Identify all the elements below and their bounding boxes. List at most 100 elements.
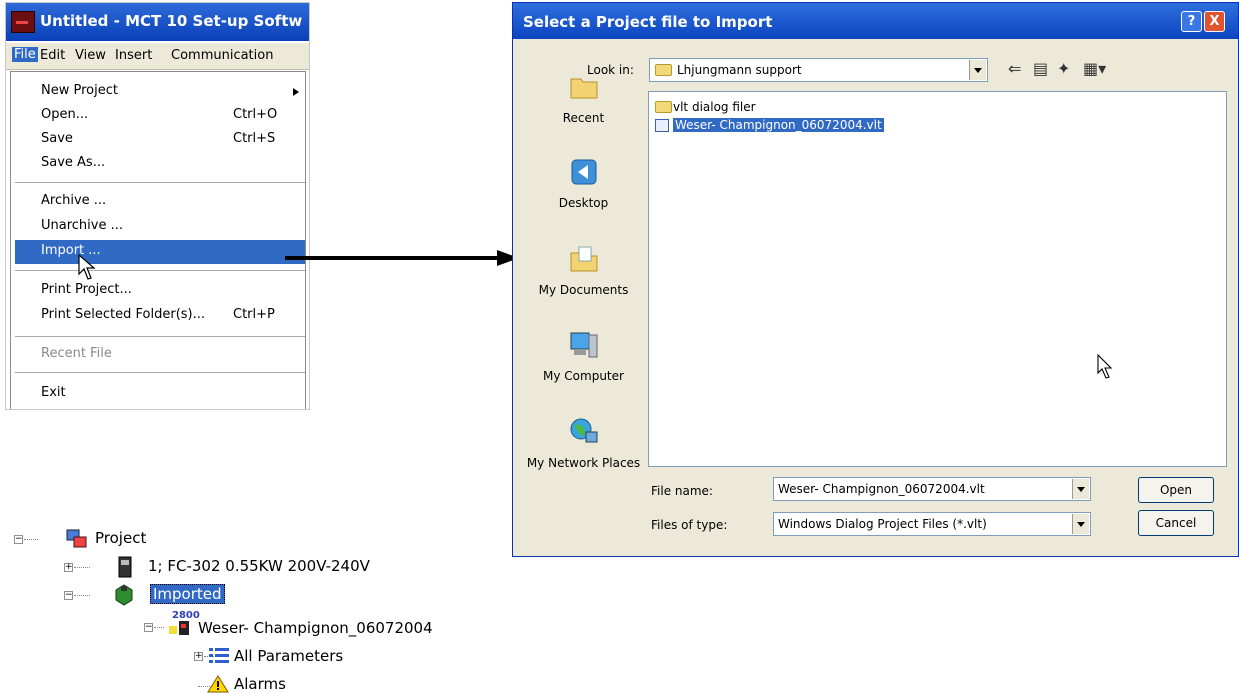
file-menu: New Project Open... Ctrl+O Save Ctrl+S S…	[10, 71, 306, 409]
dialog-title: Select a Project file to Import	[523, 13, 773, 31]
views-menu-icon[interactable]: ▦▾	[1083, 59, 1106, 78]
project-tree: − Project + 1; FC-302 0.55KW 200V-240V −…	[0, 520, 520, 693]
up-folder-icon[interactable]: ▤	[1033, 59, 1048, 78]
menu-item-save-as[interactable]: Save As...	[15, 152, 305, 176]
place-my-computer[interactable]: My Computer	[522, 323, 645, 403]
menu-item-save[interactable]: Save Ctrl+S	[15, 128, 305, 152]
tree-node-alarms[interactable]: Alarms	[234, 675, 286, 693]
place-my-documents[interactable]: My Documents	[522, 237, 645, 317]
menu-separator	[15, 372, 305, 373]
menu-item-label: Recent File	[41, 346, 112, 361]
place-desktop[interactable]: Desktop	[522, 150, 645, 230]
place-label: Recent	[562, 111, 605, 125]
network-places-icon	[570, 418, 598, 443]
menu-item-shortcut: Ctrl+O	[233, 107, 278, 122]
collapse-toggle-icon[interactable]: −	[14, 535, 23, 544]
list-icon	[209, 648, 229, 663]
menu-bar: File Edit View Insert Communication	[6, 43, 309, 70]
mct-title-bar[interactable]: Untitled - MCT 10 Set-up Softw	[6, 3, 309, 41]
file-list[interactable]: vlt dialog filer Weser- Champignon_06072…	[648, 91, 1227, 467]
place-recent[interactable]: Recent	[522, 65, 645, 145]
menu-item-shortcut: Ctrl+P	[233, 307, 275, 322]
my-computer-icon	[570, 332, 598, 358]
mouse-pointer-icon	[78, 254, 96, 280]
place-label: Desktop	[558, 196, 609, 210]
recent-folder-icon	[570, 78, 598, 99]
tree-node-drive[interactable]: 1; FC-302 0.55KW 200V-240V	[148, 557, 370, 575]
menu-item-label: Save As...	[41, 155, 106, 170]
menu-item-print-project[interactable]: Print Project...	[15, 279, 305, 303]
menu-item-open[interactable]: Open... Ctrl+O	[15, 104, 305, 128]
imported-group-icon	[115, 584, 133, 606]
menu-item-exit[interactable]: Exit	[15, 382, 305, 406]
file-type-label: Files of type:	[651, 518, 728, 532]
menu-edit[interactable]: Edit	[40, 48, 65, 63]
app-icon	[11, 11, 35, 33]
file-name-value: Weser- Champignon_06072004.vlt	[778, 482, 985, 496]
menu-item-import[interactable]: Import ...	[15, 240, 305, 264]
place-label: My Documents	[538, 283, 629, 297]
tree-node-project[interactable]: Project	[95, 529, 146, 547]
collapse-toggle-icon[interactable]: −	[144, 623, 153, 632]
menu-separator	[15, 182, 305, 183]
list-item-file[interactable]: Weser- Champignon_06072004.vlt	[653, 116, 913, 134]
file-type-value: Windows Dialog Project Files (*.vlt)	[778, 517, 987, 531]
menu-item-label: Unarchive ...	[41, 218, 123, 233]
menu-item-new-project[interactable]: New Project	[15, 80, 305, 104]
expand-toggle-icon[interactable]: +	[64, 563, 73, 572]
menu-insert[interactable]: Insert	[115, 48, 152, 63]
tree-line	[74, 567, 90, 568]
chevron-down-icon[interactable]	[969, 60, 986, 80]
menu-item-label: Save	[41, 131, 73, 146]
project-icon	[66, 529, 87, 548]
menu-item-print-selected[interactable]: Print Selected Folder(s)... Ctrl+P	[15, 304, 305, 328]
mct-window: Untitled - MCT 10 Set-up Softw File Edit…	[5, 2, 310, 410]
menu-item-label: Open...	[41, 107, 89, 122]
tree-node-all-parameters[interactable]: All Parameters	[234, 647, 343, 665]
back-icon[interactable]: ⇐	[1008, 59, 1021, 78]
close-button[interactable]: X	[1204, 11, 1225, 32]
dialog-title-bar[interactable]: Select a Project file to Import ? X	[513, 3, 1238, 39]
list-item-folder[interactable]: vlt dialog filer	[653, 98, 853, 116]
cancel-button[interactable]: Cancel	[1138, 510, 1214, 536]
chevron-down-icon[interactable]	[1072, 479, 1089, 499]
menu-item-label: Print Project...	[41, 282, 132, 297]
menu-item-archive[interactable]: Archive ...	[15, 190, 305, 214]
file-type-select[interactable]: Windows Dialog Project Files (*.vlt)	[773, 512, 1091, 536]
mct-title: Untitled - MCT 10 Set-up Softw	[40, 12, 303, 30]
chevron-down-icon[interactable]	[1072, 514, 1089, 534]
tree-node-file[interactable]: Weser- Champignon_06072004	[198, 619, 433, 637]
file-name: Weser- Champignon_06072004.vlt	[673, 118, 884, 132]
menu-view[interactable]: View	[75, 48, 106, 63]
menu-communication[interactable]: Communication	[171, 48, 273, 63]
arrow-line	[285, 256, 497, 260]
file-name-input[interactable]: Weser- Champignon_06072004.vlt	[773, 477, 1091, 501]
drive-icon	[118, 556, 132, 578]
open-button[interactable]: Open	[1138, 477, 1214, 503]
place-my-network[interactable]: My Network Places	[522, 410, 645, 490]
tree-node-imported[interactable]: Imported	[150, 584, 225, 604]
vlt-file-icon	[655, 119, 669, 132]
menu-item-label: Exit	[41, 385, 66, 400]
menu-item-shortcut: Ctrl+S	[233, 131, 276, 146]
menu-item-label: Print Selected Folder(s)...	[41, 307, 206, 322]
file-name: vlt dialog filer	[673, 100, 756, 114]
collapse-toggle-icon[interactable]: −	[64, 591, 73, 600]
mouse-pointer-icon	[1097, 354, 1113, 379]
alarm-warning-icon	[207, 675, 229, 693]
menu-file[interactable]: File	[12, 47, 38, 62]
menu-item-label: Archive ...	[41, 193, 107, 208]
desktop-icon	[571, 159, 597, 185]
menu-item-label: New Project	[41, 83, 118, 98]
menu-separator	[15, 270, 305, 271]
menu-item-unarchive[interactable]: Unarchive ...	[15, 215, 305, 239]
expand-toggle-icon[interactable]: +	[194, 652, 203, 661]
my-documents-icon	[570, 246, 598, 272]
place-label: My Network Places	[526, 456, 641, 470]
help-button[interactable]: ?	[1181, 11, 1202, 32]
new-folder-icon[interactable]: ✦	[1057, 59, 1070, 78]
look-in-select[interactable]: Lhjungmann support	[649, 58, 988, 82]
folder-icon	[655, 101, 672, 113]
tree-line	[154, 627, 164, 628]
folder-icon	[655, 64, 672, 76]
